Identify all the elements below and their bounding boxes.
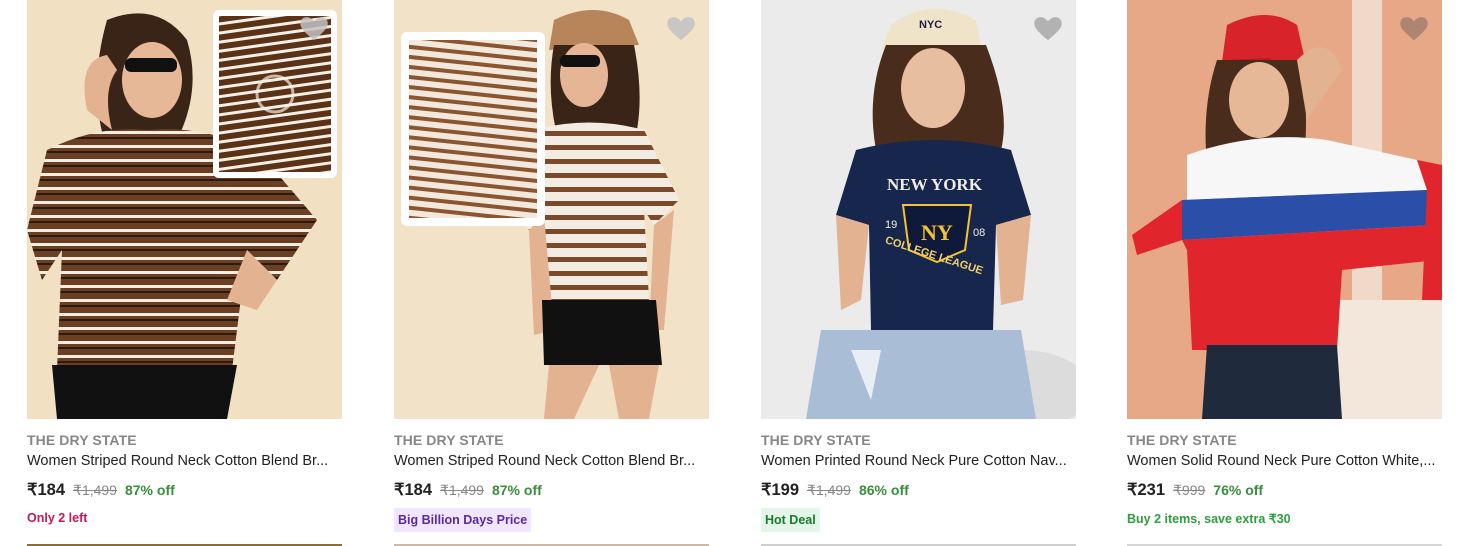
price-row: ₹231 ₹999 76% off <box>1127 480 1263 500</box>
svg-text:NY: NY <box>921 220 953 245</box>
heart-icon[interactable] <box>665 14 697 44</box>
price-row: ₹184 ₹1,499 87% off <box>394 480 542 500</box>
product-title[interactable]: Women Striped Round Neck Cotton Blend Br… <box>394 453 709 469</box>
product-title[interactable]: Women Printed Round Neck Pure Cotton Nav… <box>761 453 1076 469</box>
heart-icon[interactable] <box>298 14 330 44</box>
product-card-1[interactable]: THE DRY STATE Women Striped Round Neck C… <box>27 0 342 546</box>
discount-percent: 76% off <box>1213 482 1264 498</box>
price-row: ₹184 ₹1,499 87% off <box>27 480 175 500</box>
stock-tag: Only 2 left <box>27 511 88 525</box>
product-image-2[interactable] <box>394 0 709 419</box>
original-price: ₹999 <box>1173 482 1206 498</box>
printed-tshirt-photo: NYC NEW YORK NY 19 08 COLLEGE LEAGUE <box>761 0 1076 419</box>
heart-icon[interactable] <box>1398 14 1430 44</box>
product-brand: THE DRY STATE <box>1127 432 1237 448</box>
discount-percent: 87% off <box>124 482 175 498</box>
product-image-4[interactable] <box>1127 0 1442 419</box>
product-card-4[interactable]: THE DRY STATE Women Solid Round Neck Pur… <box>1127 0 1442 546</box>
product-brand: THE DRY STATE <box>761 432 871 448</box>
selling-price: ₹184 <box>27 481 66 499</box>
colorblock-tshirt-photo <box>1127 0 1442 419</box>
price-row: ₹199 ₹1,499 86% off <box>761 480 909 500</box>
hot-deal-badge: Hot Deal <box>761 508 820 532</box>
product-card-2[interactable]: THE DRY STATE Women Striped Round Neck C… <box>394 0 709 546</box>
svg-text:08: 08 <box>973 227 985 239</box>
svg-text:19: 19 <box>885 219 897 231</box>
discount-percent: 86% off <box>858 482 909 498</box>
product-card-3[interactable]: NYC NEW YORK NY 19 08 COLLEGE LEAGUE THE… <box>761 0 1076 546</box>
product-image-1[interactable] <box>27 0 342 419</box>
striped-tshirt-photo <box>27 0 342 419</box>
heart-icon[interactable] <box>1032 14 1064 44</box>
striped-tshirt-photo <box>394 0 709 419</box>
original-price: ₹1,499 <box>807 482 851 498</box>
svg-text:NYC: NYC <box>919 19 942 31</box>
bundle-offer-tag: Buy 2 items, save extra ₹30 <box>1127 512 1291 526</box>
product-brand: THE DRY STATE <box>27 432 137 448</box>
product-grid: THE DRY STATE Women Striped Round Neck C… <box>0 0 1468 546</box>
discount-percent: 87% off <box>491 482 542 498</box>
product-image-3[interactable]: NYC NEW YORK NY 19 08 COLLEGE LEAGUE <box>761 0 1076 419</box>
original-price: ₹1,499 <box>440 482 484 498</box>
svg-text:NEW YORK: NEW YORK <box>887 175 983 194</box>
original-price: ₹1,499 <box>73 482 117 498</box>
selling-price: ₹231 <box>1127 481 1166 499</box>
product-brand: THE DRY STATE <box>394 432 504 448</box>
selling-price: ₹199 <box>761 481 800 499</box>
product-title[interactable]: Women Striped Round Neck Cotton Blend Br… <box>27 453 342 469</box>
product-title[interactable]: Women Solid Round Neck Pure Cotton White… <box>1127 453 1442 469</box>
selling-price: ₹184 <box>394 481 433 499</box>
offer-badge: Big Billion Days Price <box>394 508 532 532</box>
